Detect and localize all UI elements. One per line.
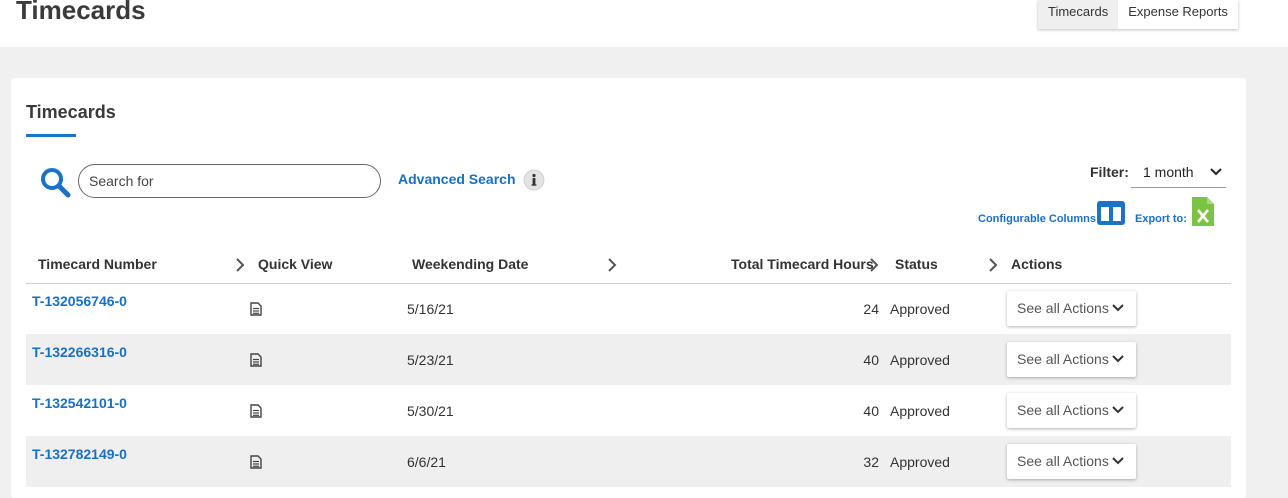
see-all-actions-button[interactable]: See all Actions [1007, 393, 1136, 428]
actions-label: See all Actions [1017, 351, 1109, 367]
search-input[interactable] [78, 164, 381, 198]
weekending-date: 5/30/21 [407, 403, 454, 419]
status-text: Approved [890, 403, 950, 419]
top-bar: Timecards Timecards Expense Reports [0, 0, 1288, 47]
document-icon[interactable] [250, 404, 262, 418]
status-text: Approved [890, 352, 950, 368]
table-row: T-132266316-0 5/23/21 40 Approved See al… [26, 334, 1231, 385]
weekending-date: 6/6/21 [407, 454, 446, 470]
column-header-status[interactable]: Status [895, 256, 938, 272]
excel-icon[interactable] [1192, 197, 1214, 226]
weekending-date: 5/23/21 [407, 352, 454, 368]
info-icon[interactable] [523, 169, 545, 191]
tab-timecards[interactable]: Timecards [1038, 0, 1119, 29]
filter-selected-value: 1 month [1143, 164, 1194, 180]
filter-label: Filter: [1090, 164, 1129, 180]
chevron-right-icon[interactable] [988, 258, 998, 272]
document-icon[interactable] [250, 302, 262, 316]
total-hours: 40 [863, 352, 879, 368]
actions-label: See all Actions [1017, 402, 1109, 418]
timecard-number-link[interactable]: T-132782149-0 [32, 446, 127, 462]
search-icon[interactable] [39, 166, 71, 198]
total-hours: 32 [863, 454, 879, 470]
document-icon[interactable] [250, 353, 262, 367]
card-title: Timecards [26, 102, 116, 122]
table-header: Timecard Number Quick View Weekending Da… [26, 248, 1231, 284]
chevron-down-icon [1112, 406, 1124, 414]
table-row: T-132782149-0 6/6/21 32 Approved See all… [26, 436, 1231, 487]
configurable-columns-label[interactable]: Configurable Columns: [978, 213, 1100, 225]
total-hours: 40 [863, 403, 879, 419]
chevron-right-icon[interactable] [869, 258, 879, 272]
advanced-search-link[interactable]: Advanced Search [398, 171, 516, 187]
export-label[interactable]: Export to: [1135, 213, 1187, 225]
chevron-down-icon [1112, 457, 1124, 465]
tab-expense-reports[interactable]: Expense Reports [1118, 0, 1238, 29]
chevron-right-icon[interactable] [607, 258, 617, 272]
column-header-quick-view[interactable]: Quick View [258, 256, 332, 272]
table-row: T-132542101-0 5/30/21 40 Approved See al… [26, 385, 1231, 436]
chevron-down-icon [1112, 355, 1124, 363]
weekending-date: 5/16/21 [407, 301, 454, 317]
see-all-actions-button[interactable]: See all Actions [1007, 444, 1136, 479]
timecards-card: Timecards Advanced Search Filter: 1 mont… [11, 78, 1246, 498]
chevron-down-icon [1112, 304, 1124, 312]
columns-icon[interactable] [1097, 201, 1125, 225]
table-row: T-132056746-0 5/16/21 24 Approved See al… [26, 283, 1231, 334]
column-header-actions: Actions [1011, 256, 1063, 272]
actions-label: See all Actions [1017, 300, 1109, 316]
status-text: Approved [890, 301, 950, 317]
see-all-actions-button[interactable]: See all Actions [1007, 291, 1136, 326]
card-title-underline [26, 134, 76, 137]
page-title: Timecards [16, 0, 146, 25]
see-all-actions-button[interactable]: See all Actions [1007, 342, 1136, 377]
column-header-total-hours[interactable]: Total Timecard Hours [731, 256, 874, 272]
timecard-number-link[interactable]: T-132266316-0 [32, 344, 127, 360]
total-hours: 24 [863, 301, 879, 317]
actions-label: See all Actions [1017, 453, 1109, 469]
document-icon[interactable] [250, 455, 262, 469]
column-header-timecard-number[interactable]: Timecard Number [38, 256, 157, 272]
chevron-right-icon[interactable] [235, 258, 245, 272]
chevron-down-icon [1210, 168, 1222, 176]
top-tabs: Timecards Expense Reports [1038, 0, 1238, 29]
column-header-weekending-date[interactable]: Weekending Date [412, 256, 528, 272]
timecard-number-link[interactable]: T-132056746-0 [32, 293, 127, 309]
status-text: Approved [890, 454, 950, 470]
filter-select[interactable]: 1 month [1131, 158, 1226, 188]
timecard-number-link[interactable]: T-132542101-0 [32, 395, 127, 411]
